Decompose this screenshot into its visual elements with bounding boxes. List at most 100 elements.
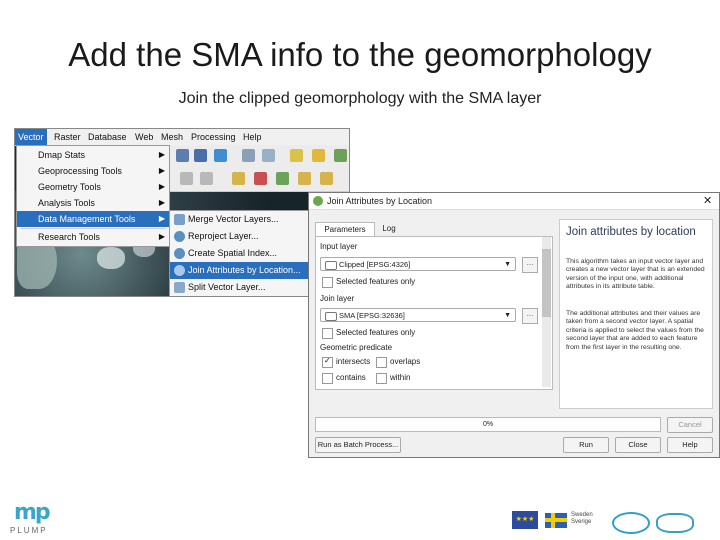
tab-parameters[interactable]: Parameters	[315, 222, 375, 237]
help-panel: Join attributes by location This algorit…	[559, 219, 713, 409]
submenu-item[interactable]: Merge Vector Layers...	[170, 211, 315, 228]
submenu-item-join-attributes[interactable]: Join Attributes by Location...	[170, 262, 315, 279]
vector-menu-item[interactable]: Dmap Stats ▶	[17, 147, 169, 163]
chevron-down-icon: ▼	[504, 261, 511, 268]
polygon-layer-icon	[325, 261, 337, 270]
submenu-item-label: Merge Vector Layers...	[188, 214, 279, 224]
batch-process-button[interactable]: Run as Batch Process...	[315, 437, 401, 453]
join-attributes-dialog: Join Attributes by Location ✕ Parameters…	[308, 192, 720, 458]
join-layer-browse-button[interactable]: …	[522, 308, 538, 324]
vector-menu-item-data-management[interactable]: Data Management Tools ▶	[17, 211, 169, 227]
predicate-overlaps-checkbox[interactable]	[376, 357, 387, 368]
close-button[interactable]: Close	[615, 437, 661, 453]
predicate-intersects-checkbox[interactable]	[322, 356, 333, 368]
menu-help[interactable]: Help	[240, 129, 265, 145]
slide-title: Add the SMA info to the geomorphology	[68, 36, 652, 73]
plump-logo-word: PLUMP	[10, 526, 48, 535]
chevron-right-icon: ▶	[158, 150, 165, 159]
predicate-within-checkbox[interactable]	[376, 373, 387, 384]
zoom-icon[interactable]	[242, 149, 255, 162]
deselect-icon[interactable]	[312, 149, 325, 162]
submenu-item[interactable]: Split Vector Layer...	[170, 279, 315, 296]
menu-processing[interactable]: Processing	[188, 129, 239, 145]
merge-icon	[174, 214, 185, 225]
input-selected-only-checkbox[interactable]	[322, 277, 333, 288]
tab-log[interactable]: Log	[375, 222, 403, 236]
submenu-item-label: Reproject Layer...	[188, 231, 259, 241]
close-icon[interactable]: ✕	[703, 194, 712, 207]
chevron-right-icon: ▶	[158, 198, 165, 207]
input-layer-browse-button[interactable]: …	[522, 257, 538, 273]
geometric-predicate-label: Geometric predicate	[320, 343, 393, 352]
join-layer-value: SMA [EPSG:32636]	[339, 311, 405, 320]
sweden-logo-text: Sweden Sverige	[571, 512, 593, 525]
predicate-label: intersects	[336, 357, 371, 366]
label-icon[interactable]	[232, 172, 245, 185]
menu-item-label: Analysis Tools	[38, 198, 95, 208]
sweden-flag-cross	[545, 518, 567, 522]
menu-item-label: Dmap Stats	[38, 150, 86, 160]
eu-stars-icon: ★★★	[515, 516, 535, 523]
partner-logo	[612, 512, 650, 534]
input-layer-select[interactable]: Clipped [EPSG:4326] ▼	[320, 257, 516, 271]
refresh-icon[interactable]	[214, 149, 227, 162]
menu-mesh[interactable]: Mesh	[158, 129, 186, 145]
identify-icon[interactable]	[262, 149, 275, 162]
dialog-title: Join Attributes by Location	[327, 196, 433, 206]
redo-icon[interactable]	[200, 172, 213, 185]
select-icon[interactable]	[290, 149, 303, 162]
vector-menu-item[interactable]: Geometry Tools ▶	[17, 179, 169, 195]
toolbar-digitize	[170, 167, 349, 192]
run-button[interactable]: Run	[563, 437, 609, 453]
label-pin-icon[interactable]	[254, 172, 267, 185]
help-button[interactable]: Help	[667, 437, 713, 453]
sweden-flag-cross	[551, 513, 555, 528]
predicate-label: within	[390, 373, 411, 382]
checkbox-label: Selected features only	[336, 328, 416, 337]
vector-menu: Dmap Stats ▶ Geoprocessing Tools ▶ Geometr…	[16, 145, 170, 247]
submenu-item[interactable]: Reproject Layer...	[170, 228, 315, 245]
label-show-icon[interactable]	[276, 172, 289, 185]
menubar: Vector Raster Database Web Mesh Processi…	[15, 129, 349, 146]
label-move-icon[interactable]	[298, 172, 311, 185]
help-title: Join attributes by location	[566, 226, 696, 238]
join-selected-only-checkbox[interactable]	[322, 328, 333, 339]
menu-database[interactable]: Database	[85, 129, 130, 145]
attribute-table-icon[interactable]	[334, 149, 347, 162]
progress-bar: 0%	[315, 417, 661, 432]
menu-item-label: Geometry Tools	[38, 182, 101, 192]
checkbox-label: Selected features only	[336, 277, 416, 286]
vector-menu-item[interactable]: Geoprocessing Tools ▶	[17, 163, 169, 179]
menu-item-label: Research Tools	[38, 232, 100, 242]
split-icon	[174, 282, 185, 293]
join-layer-label: Join layer	[320, 294, 355, 303]
menu-vector[interactable]: Vector	[15, 129, 47, 145]
vector-menu-item[interactable]: Research Tools ▶	[17, 229, 169, 245]
chevron-down-icon: ▼	[504, 312, 511, 319]
submenu-item[interactable]: Create Spatial Index...	[170, 245, 315, 262]
menu-item-label: Data Management Tools	[38, 214, 136, 224]
parameters-panel: Input layer Clipped [EPSG:4326] ▼ … Sele…	[315, 236, 553, 390]
toolbar-top	[170, 145, 349, 168]
chevron-right-icon: ▶	[158, 182, 165, 191]
label-rotate-icon[interactable]	[320, 172, 333, 185]
qgis-menu-screenshot: Vector Raster Database Web Mesh Processi…	[14, 128, 350, 297]
menu-raster[interactable]: Raster	[51, 129, 84, 145]
save-as-icon[interactable]	[194, 149, 207, 162]
gear-icon	[174, 248, 185, 259]
join-layer-select[interactable]: SMA [EPSG:32636] ▼	[320, 308, 516, 322]
undo-icon[interactable]	[180, 172, 193, 185]
chevron-right-icon: ▶	[158, 166, 165, 175]
menu-web[interactable]: Web	[132, 129, 156, 145]
cancel-button[interactable]: Cancel	[667, 417, 713, 433]
scrollbar-thumb[interactable]	[542, 249, 551, 317]
submenu-item-label: Create Spatial Index...	[188, 248, 278, 258]
predicate-contains-checkbox[interactable]	[322, 373, 333, 384]
data-management-submenu: Merge Vector Layers... Reproject Layer..…	[169, 210, 316, 296]
predicate-label: overlaps	[390, 357, 421, 366]
polygon-layer-icon	[325, 312, 337, 321]
input-layer-label: Input layer	[320, 242, 358, 251]
map-cloud	[97, 247, 125, 269]
save-icon[interactable]	[176, 149, 189, 162]
vector-menu-item[interactable]: Analysis Tools ▶	[17, 195, 169, 211]
